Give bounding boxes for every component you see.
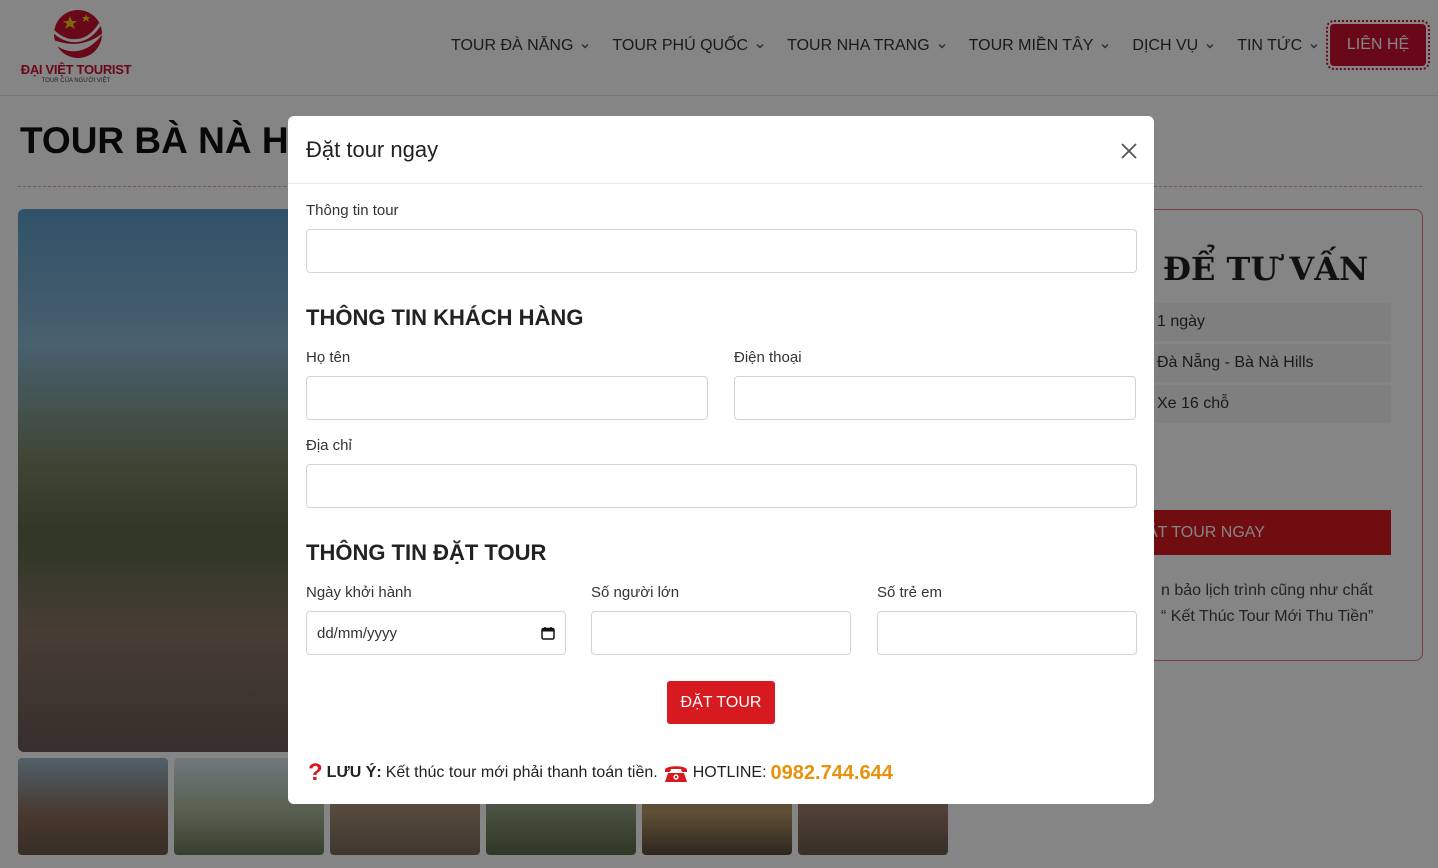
- departure-date-label: Ngày khởi hành: [306, 584, 412, 601]
- children-label: Số trẻ em: [877, 584, 943, 601]
- payment-note: ? LƯU Ý: Kết thúc tour mới phải thanh to…: [308, 758, 893, 788]
- name-field[interactable]: [306, 376, 708, 420]
- address-field[interactable]: [306, 464, 1137, 508]
- tour-info-field[interactable]: [306, 229, 1137, 273]
- name-label: Họ tên: [306, 349, 351, 366]
- hotline-number[interactable]: 0982.744.644: [771, 762, 893, 785]
- address-label: Địa chỉ: [306, 437, 352, 454]
- phone-field[interactable]: [734, 376, 1136, 420]
- submit-booking-button[interactable]: ĐẶT TOUR: [667, 681, 775, 724]
- phone-label: Điện thoại: [734, 349, 802, 366]
- departure-date-field[interactable]: dd/mm/yyyy: [306, 611, 566, 655]
- adults-field[interactable]: [591, 611, 851, 655]
- note-text: Kết thúc tour mới phải thanh toán tiền.: [385, 764, 658, 781]
- modal-header: Đặt tour ngay: [288, 116, 1154, 184]
- booking-modal: Đặt tour ngay Thông tin tour THÔNG TIN K…: [288, 116, 1154, 804]
- booking-section-heading: THÔNG TIN ĐẶT TOUR: [306, 540, 547, 565]
- modal-title: Đặt tour ngay: [306, 137, 439, 162]
- children-field[interactable]: [877, 611, 1137, 655]
- customer-section-heading: THÔNG TIN KHÁCH HÀNG: [306, 305, 584, 330]
- question-icon: ?: [308, 759, 323, 786]
- phone-icon: [664, 766, 687, 782]
- tour-info-label: Thông tin tour: [306, 202, 399, 219]
- hotline-label: HOTLINE:: [692, 764, 767, 781]
- close-button[interactable]: [1114, 136, 1144, 166]
- calendar-icon[interactable]: [541, 626, 555, 640]
- date-placeholder: dd/mm/yyyy: [317, 624, 398, 642]
- adults-label: Số người lớn: [591, 584, 680, 601]
- note-prefix: LƯU Ý:: [326, 764, 382, 781]
- close-icon: [1121, 143, 1137, 159]
